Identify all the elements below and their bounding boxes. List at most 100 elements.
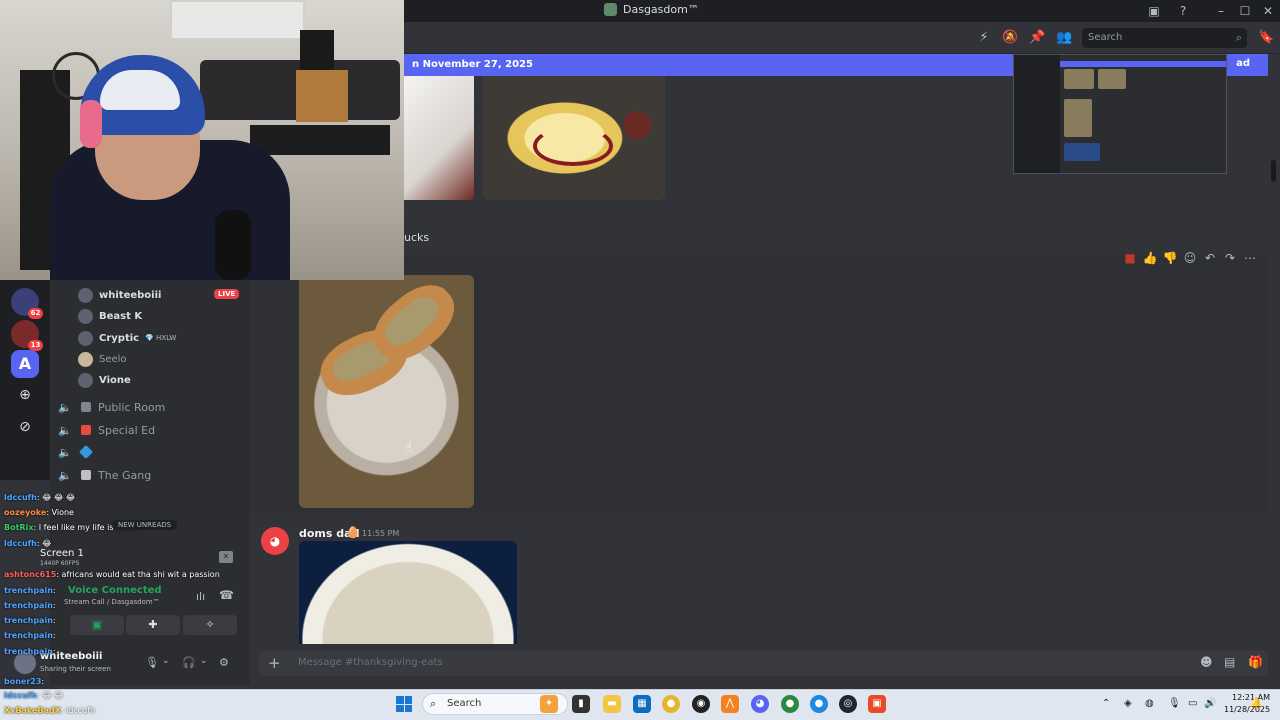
message-image[interactable] [299, 275, 474, 508]
chrome-icon[interactable]: ● [662, 695, 680, 713]
chat-author: trenchpain [4, 601, 53, 610]
speaker-icon: 🔈 [58, 400, 72, 414]
add-server-icon[interactable]: ⊕ [11, 381, 39, 409]
chat-text: : 😂 😂 😂 [36, 493, 76, 502]
help-icon[interactable]: ? [1174, 2, 1192, 20]
windows-start-icon[interactable] [396, 696, 412, 712]
webcam-overlay [0, 0, 404, 280]
server-icon [604, 3, 617, 16]
speaker-icon: 🔈 [58, 423, 72, 437]
emoji-icon[interactable]: ☻ [1200, 655, 1213, 669]
voice-user-name: Seelo [99, 353, 127, 365]
thumbs-up-icon[interactable]: 👍 [1142, 251, 1158, 265]
chrome-icon[interactable]: ● [810, 695, 828, 713]
steam-icon[interactable]: ◎ [839, 695, 857, 713]
live-badge: LIVE [214, 289, 240, 299]
mute-bell-icon[interactable]: 🔕 [1002, 30, 1018, 46]
window-title-text: Dasgasdom™ [623, 3, 699, 16]
taskbar-app-icon[interactable]: ⋀ [721, 695, 739, 713]
voice-user[interactable]: whiteeboiii [78, 286, 161, 304]
voice-user[interactable]: Vione [78, 371, 131, 389]
taskbar-app-icon[interactable]: ▣ [868, 695, 886, 713]
attach-plus-icon[interactable]: + [268, 654, 281, 672]
sticker-icon[interactable]: ▤ [1224, 655, 1235, 669]
chat-message: XxBakeBadX: ldccufh [4, 706, 95, 715]
inbox-icon[interactable]: ▣ [1145, 2, 1163, 20]
webcam-speaker [300, 30, 334, 72]
notifications-icon[interactable]: 🔔 [1250, 698, 1262, 709]
chat-author: trenchpain [4, 586, 53, 595]
microphone-icon[interactable]: 🎙 [1168, 698, 1181, 709]
message-composer[interactable]: + Message #thanksgiving-eats ☻ ▤ 🎁 [258, 650, 1268, 676]
message-image[interactable] [404, 76, 474, 200]
webcam-shelf [296, 70, 348, 122]
voice-user-name: Beast K [99, 310, 143, 322]
chat-message: trenchpain: [4, 616, 56, 625]
chat-text: : ldccufh [60, 706, 96, 715]
reply-icon[interactable]: ↶ [1202, 251, 1218, 265]
voice-user[interactable]: Beast K [78, 307, 142, 325]
store-icon[interactable]: ▦ [633, 695, 651, 713]
stream-chat-overlay: ldccufh: 😂 😂 😂 oozeyoke: Vione BotRix: I… [0, 478, 250, 720]
scrollbar[interactable] [1271, 160, 1276, 182]
reaction-icon[interactable]: ■ [1122, 251, 1138, 265]
chat-message: trenchpain: [4, 631, 56, 640]
new-unreads-pill[interactable]: NEW UNREADS [112, 520, 178, 530]
chat-author: trenchpain [4, 631, 53, 640]
volume-icon[interactable]: 🔊 [1204, 698, 1216, 709]
voice-user[interactable]: Cryptic 💎 HXLW [78, 329, 176, 347]
forward-icon[interactable]: ↷ [1222, 251, 1238, 265]
server-icon[interactable]: A [11, 350, 39, 378]
chrome-icon[interactable]: ● [781, 695, 799, 713]
chat-text: : [41, 677, 45, 686]
members-icon[interactable]: 👥 [1056, 30, 1072, 46]
chevron-up-icon[interactable]: ⌃ [1102, 698, 1110, 709]
author-avatar[interactable]: ◕ [261, 527, 289, 555]
voice-channel[interactable]: 🔈 [58, 443, 98, 461]
voice-channel[interactable]: 🔈 Public Room [58, 398, 165, 416]
gift-icon[interactable]: 🎁 [1248, 655, 1263, 669]
network-icon[interactable]: ▭ [1188, 698, 1197, 709]
pin-icon[interactable]: 📌 [1029, 30, 1045, 46]
task-view-icon[interactable]: ▮ [572, 695, 590, 713]
preview-banner [1060, 61, 1226, 67]
mark-as-read[interactable]: ad [1236, 58, 1250, 69]
window-title: Dasgasdom™ [604, 3, 699, 16]
server-icon[interactable]: 62 [11, 288, 43, 319]
discover-icon[interactable]: ⊘ [11, 413, 39, 441]
server-icon[interactable]: 13 [11, 320, 43, 351]
maximize-icon[interactable]: ☐ [1236, 2, 1254, 20]
search-input[interactable]: Search ⌕ [1082, 28, 1247, 48]
voice-user[interactable]: Seelo [78, 350, 127, 368]
user-tag: 💎 HXLW [145, 334, 177, 342]
inbox-bookmark-icon[interactable]: 🔖 [1258, 30, 1274, 46]
chat-author: ldccufh [4, 493, 37, 502]
thumbs-down-icon[interactable]: 👎 [1162, 251, 1178, 265]
voice-channel[interactable]: 🔈 Special Ed [58, 421, 155, 439]
channel-tag-icon [81, 402, 91, 412]
tray-icon[interactable]: ◈ [1124, 698, 1132, 709]
chat-message: trenchpain: [4, 601, 56, 610]
close-icon[interactable]: ✕ [1259, 2, 1277, 20]
minimize-icon[interactable]: – [1212, 2, 1230, 20]
obs-icon[interactable]: ◉ [692, 695, 710, 713]
file-explorer-icon[interactable]: ▬ [603, 695, 621, 713]
voice-user-name: Vione [99, 374, 131, 386]
chat-text: : 😂 [36, 539, 52, 548]
taskbar-clock[interactable]: 12:21 AM 11/28/2025 [1224, 692, 1270, 716]
threads-icon[interactable]: ⚡ [976, 30, 992, 46]
user-avatar [78, 351, 93, 367]
discord-icon[interactable]: ◕ [751, 695, 769, 713]
clock-date: 11/28/2025 [1224, 705, 1271, 714]
chat-text: : Vione [46, 508, 74, 517]
webcam-window [170, 0, 305, 40]
taskbar-app-icon[interactable]: ✦ [540, 695, 558, 713]
message-image[interactable] [483, 76, 665, 200]
tray-icon[interactable]: ◍ [1145, 698, 1154, 709]
more-icon[interactable]: ⋯ [1242, 251, 1258, 265]
screen-share-preview[interactable] [1013, 54, 1227, 174]
image-detail [533, 126, 613, 166]
add-reaction-icon[interactable]: ☺ [1182, 251, 1198, 265]
user-avatar [78, 330, 93, 346]
message-image[interactable] [299, 541, 517, 644]
